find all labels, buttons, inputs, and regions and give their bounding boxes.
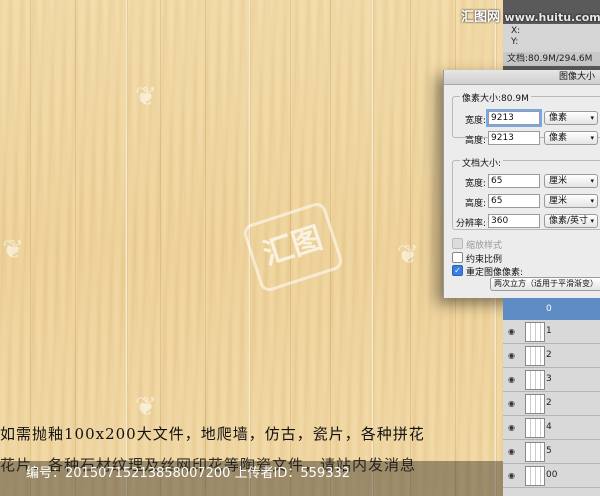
layer-thumbnail <box>525 466 545 486</box>
pixel-width-input[interactable]: 9213 <box>486 109 542 127</box>
layer-name: 2 <box>546 398 552 408</box>
pixel-height-input[interactable]: 9213 <box>488 131 540 145</box>
resolution-input[interactable]: 360 <box>488 214 540 228</box>
layer-row[interactable]: ◉ 3 <box>503 368 600 392</box>
pixel-width-unit: 像素 <box>549 113 568 123</box>
layer-thumbnail <box>525 418 545 438</box>
doc-height-label: 高度: <box>464 199 486 209</box>
document-size-readout: 文档:80.9M/294.6M <box>503 52 600 66</box>
resolution-unit-select[interactable]: 像素/英寸 ▾ <box>544 214 598 228</box>
scale-styles-label: 缩放样式 <box>466 241 503 251</box>
scale-styles-checkbox[interactable] <box>452 238 463 249</box>
eye-icon[interactable]: ◉ <box>508 399 515 408</box>
resample-method-select[interactable]: 两次立方（适用于平滑渐变） <box>490 277 600 291</box>
resolution-unit: 像素/英寸 <box>549 216 589 226</box>
doc-width-input[interactable]: 65 <box>488 174 540 188</box>
doc-width-label: 宽度: <box>464 179 486 189</box>
pixel-size-label: 像素大小:80.9M <box>460 91 531 104</box>
layer-name: 5 <box>546 446 552 456</box>
eye-icon[interactable]: ◉ <box>508 327 515 336</box>
eye-icon[interactable]: ◉ <box>508 351 515 360</box>
pixel-height-unit-select[interactable]: 像素 ▾ <box>544 131 598 145</box>
dialog-title: 图像大小 <box>444 70 600 85</box>
watermark-flower-icon: ❦ <box>2 235 24 265</box>
layer-row[interactable]: ◉ 1 <box>503 320 600 344</box>
layer-thumbnail <box>525 442 545 462</box>
pixel-height-unit: 像素 <box>549 133 568 143</box>
logo-brand: 汇图网 <box>461 10 501 25</box>
layer-row[interactable]: ◉ 5 <box>503 440 600 464</box>
layer-thumbnail <box>525 370 545 390</box>
layer-row[interactable]: ◉ 4 <box>503 416 600 440</box>
constrain-proportions-label: 约束比例 <box>466 255 503 265</box>
layer-row[interactable]: ◉ 00 <box>503 464 600 488</box>
layer-thumbnail <box>525 346 545 366</box>
logo-url: www.huitu.com <box>504 11 600 24</box>
layer-name: 2 <box>546 350 552 360</box>
resample-checkbox[interactable]: ✓ <box>452 265 463 276</box>
layer-row[interactable]: ◉ 2 <box>503 344 600 368</box>
eye-icon[interactable]: ◉ <box>508 423 515 432</box>
pixel-width-label: 宽度: <box>464 116 486 126</box>
doc-height-input[interactable]: 65 <box>488 194 540 208</box>
watermark-flower-icon: ❦ <box>397 240 419 270</box>
chevron-down-icon: ▾ <box>590 177 594 185</box>
layer-name: 4 <box>546 422 552 432</box>
layer-row[interactable]: 0 <box>503 298 600 320</box>
eye-icon[interactable]: ◉ <box>508 471 515 480</box>
layer-name: 3 <box>546 374 552 384</box>
doc-width-unit-select[interactable]: 厘米 ▾ <box>544 174 598 188</box>
huitu-logo: 汇图网 www.huitu.com <box>461 6 600 25</box>
layer-thumbnail <box>525 394 545 414</box>
chevron-down-icon: ▾ <box>590 217 594 225</box>
footer-info: 编号：20150715213858007200 上传者ID：559332 <box>26 466 351 481</box>
plank-seam <box>371 0 374 496</box>
watermark-flower-icon: ❦ <box>135 82 157 112</box>
resample-method: 两次立方（适用于平滑渐变） <box>494 279 598 288</box>
plank-seam <box>125 0 128 496</box>
wood-texture-canvas: ❦ ❦ ❦ ❦ 汇图 <box>0 0 503 496</box>
layer-name: 1 <box>546 326 552 336</box>
resolution-label: 分辨率: <box>455 219 486 229</box>
layer-name: 0 <box>546 304 552 314</box>
chevron-down-icon: ▾ <box>590 114 594 122</box>
image-size-dialog: 图像大小 像素大小:80.9M 宽度: 9213 像素 ▾ 高度: 9213 像素… <box>443 70 600 298</box>
watermark-flower-icon: ❦ <box>135 392 157 422</box>
eye-icon[interactable]: ◉ <box>508 375 515 384</box>
caption-line-1: 如需抛釉100x200大文件，地爬墙，仿古，瓷片，各种拼花 <box>0 425 425 443</box>
document-size-label: 文档大小: <box>460 156 504 169</box>
doc-height-unit-select[interactable]: 厘米 ▾ <box>544 194 598 208</box>
chevron-down-icon: ▾ <box>590 197 594 205</box>
pixel-width-unit-select[interactable]: 像素 ▾ <box>544 111 598 125</box>
layer-thumbnail <box>525 322 545 342</box>
layers-panel: 0 ◉ 1 ◉ 2 ◉ 3 ◉ 2 ◉ 4 ◉ 5 ◉ 00 <box>503 298 600 496</box>
pixel-height-label: 高度: <box>464 136 486 146</box>
doc-width-unit: 厘米 <box>549 176 568 186</box>
eye-icon[interactable]: ◉ <box>508 447 515 456</box>
layer-name: 00 <box>546 470 558 480</box>
info-x-label: X: <box>511 26 521 36</box>
info-y-label: Y: <box>511 37 519 47</box>
chevron-down-icon: ▾ <box>590 134 594 142</box>
doc-height-unit: 厘米 <box>549 196 568 206</box>
layer-row[interactable]: ◉ 2 <box>503 392 600 416</box>
constrain-proportions-checkbox[interactable] <box>452 252 463 263</box>
